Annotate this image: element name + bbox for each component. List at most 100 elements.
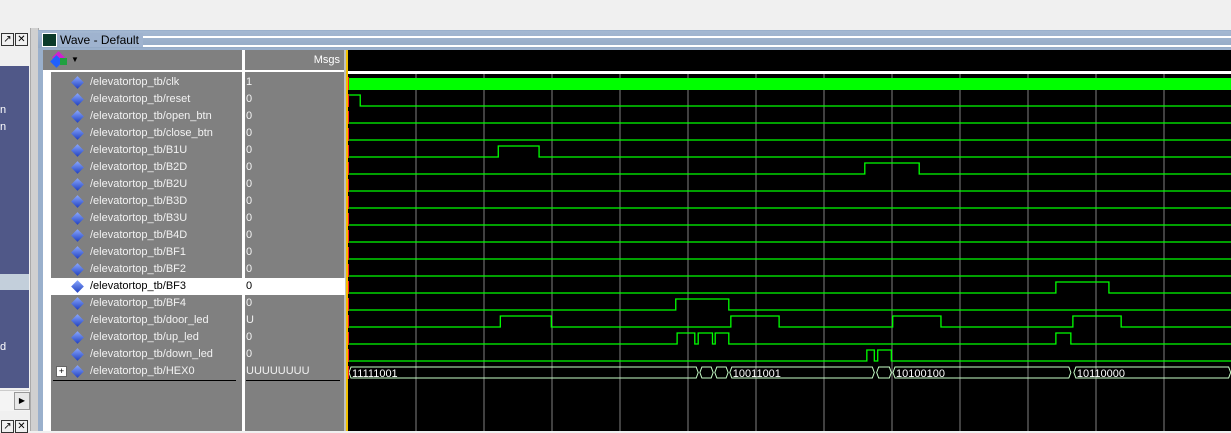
left-panel-selected-item[interactable] <box>0 274 29 290</box>
window-title: Wave - Default <box>60 33 143 47</box>
scroll-right-button[interactable]: ▶ <box>14 392 30 410</box>
signal-name: /elevatortop_tb/B3D <box>90 195 188 207</box>
signal-value: UUUUUUUU <box>246 365 310 377</box>
title-grip[interactable] <box>141 36 1231 47</box>
signal-row-reset[interactable]: /elevatortop_tb/reset <box>51 91 242 108</box>
signal-value: 0 <box>246 212 253 224</box>
signal-value: 0 <box>246 297 253 309</box>
signal-icon <box>71 127 84 140</box>
signal-row-clk[interactable]: /elevatortop_tb/clk <box>51 74 242 91</box>
signal-value: 0 <box>246 161 253 173</box>
left-panel-text: n <box>0 104 7 116</box>
names-header: ▼ <box>43 50 242 72</box>
signal-name: /elevatortop_tb/BF1 <box>90 246 187 258</box>
signal-name: /elevatortop_tb/BF4 <box>90 297 187 309</box>
left-panel-text: n <box>0 121 7 133</box>
msgs-header: Msgs <box>245 50 344 72</box>
signal-row-up_led[interactable]: /elevatortop_tb/up_led <box>51 329 242 346</box>
lower-panel-close-button[interactable]: ✕ <box>15 420 28 433</box>
signal-name: /elevatortop_tb/BF2 <box>90 263 187 275</box>
signal-value: 0 <box>246 195 253 207</box>
signal-icon <box>71 280 84 293</box>
signal-row-close_btn[interactable]: /elevatortop_tb/close_btn <box>51 125 242 142</box>
msgs-label: Msgs <box>313 54 340 66</box>
signal-name: /elevatortop_tb/B3U <box>90 212 188 224</box>
signal-value: 0 <box>246 348 253 360</box>
waveform-clk <box>349 78 1231 90</box>
signal-icon <box>71 297 84 310</box>
waveform-reset <box>348 94 1231 107</box>
signal-name: /elevatortop_tb/reset <box>90 93 191 105</box>
signal-name: /elevatortop_tb/B4D <box>90 229 188 241</box>
signal-row-bf2[interactable]: /elevatortop_tb/BF2 <box>51 261 242 278</box>
bus-value-label: 10110000 <box>1077 368 1125 380</box>
bus-value-label: 11111001 <box>352 368 398 380</box>
signal-icon <box>71 331 84 344</box>
names-gutter <box>43 72 51 431</box>
signal-value: 0 <box>246 110 253 122</box>
bus-value-label: 10100100 <box>896 368 945 380</box>
left-panel-float-button[interactable]: ↗ <box>1 33 14 46</box>
waveform-hex0-segment <box>699 366 714 379</box>
waveform-down_led <box>348 349 1231 362</box>
signal-row-hex0[interactable]: + /elevatortop_tb/HEX0 <box>51 363 242 380</box>
signal-name: /elevatortop_tb/B2U <box>90 178 188 190</box>
time-cursor[interactable] <box>346 50 348 431</box>
signal-row-b2d[interactable]: /elevatortop_tb/B2D <box>51 159 242 176</box>
signal-name: /elevatortop_tb/down_led <box>90 348 213 360</box>
signal-icon <box>71 93 84 106</box>
waveform-hex0-segment <box>714 366 729 379</box>
signal-value: 0 <box>246 144 253 156</box>
signal-row-down_led[interactable]: /elevatortop_tb/down_led <box>51 346 242 363</box>
signal-icon <box>71 263 84 276</box>
lower-panel-float-button[interactable]: ↗ <box>1 420 14 433</box>
left-panel-close-button[interactable]: ✕ <box>15 33 28 46</box>
signal-value: 0 <box>246 331 253 343</box>
signal-icon <box>71 195 84 208</box>
signal-name: /elevatortop_tb/door_led <box>90 314 209 326</box>
waveform-up_led <box>348 332 1231 345</box>
signal-icon <box>71 110 84 123</box>
signal-value: U <box>246 314 254 326</box>
signal-row-bf1[interactable]: /elevatortop_tb/BF1 <box>51 244 242 261</box>
signal-row-b3u[interactable]: /elevatortop_tb/B3U <box>51 210 242 227</box>
signal-icon <box>71 365 84 378</box>
signal-name: /elevatortop_tb/up_led <box>90 331 199 343</box>
signal-icon <box>71 314 84 327</box>
wave-header-divider <box>347 71 1231 74</box>
signal-name: /elevatortop_tb/B2D <box>90 161 188 173</box>
wave-title-bar[interactable]: Wave - Default <box>38 31 1231 48</box>
signal-add-icon[interactable] <box>50 51 67 68</box>
waveform-door_led <box>348 315 1231 328</box>
signal-row-b1u[interactable]: /elevatortop_tb/B1U <box>51 142 242 159</box>
signal-name: /elevatortop_tb/B1U <box>90 144 188 156</box>
signal-row-b3d[interactable]: /elevatortop_tb/B3D <box>51 193 242 210</box>
signal-value: 0 <box>245 278 345 295</box>
bus-value-label: 10011001 <box>733 368 781 380</box>
signal-icon <box>71 212 84 225</box>
dropdown-arrow-icon[interactable]: ▼ <box>71 55 79 64</box>
signal-row-bf4[interactable]: /elevatortop_tb/BF4 <box>51 295 242 312</box>
insert-marker <box>53 380 236 381</box>
signal-value: 0 <box>246 263 253 275</box>
signal-name: /elevatortop_tb/close_btn <box>90 127 213 139</box>
signal-row-bf3[interactable]: /elevatortop_tb/BF3 <box>51 278 242 295</box>
waveform-pane[interactable]: 11111001 10011001 10100100 10110000 <box>347 50 1231 431</box>
wave-window-icon <box>42 33 57 47</box>
signal-value: 1 <box>246 76 253 88</box>
expand-icon[interactable]: + <box>56 366 67 377</box>
signal-row-b4d[interactable]: /elevatortop_tb/B4D <box>51 227 242 244</box>
signal-icon <box>71 229 84 242</box>
signal-icon <box>71 76 84 89</box>
signal-name: /elevatortop_tb/open_btn <box>90 110 212 122</box>
signal-name: /elevatortop_tb/clk <box>90 76 180 88</box>
waveform-bf3 <box>348 281 1231 294</box>
signal-icon <box>71 161 84 174</box>
signal-row-open_btn[interactable]: /elevatortop_tb/open_btn <box>51 108 242 125</box>
signal-icon <box>71 178 84 191</box>
signal-value: 0 <box>246 246 253 258</box>
signal-icon <box>71 348 84 361</box>
signal-row-door_led[interactable]: /elevatortop_tb/door_led <box>51 312 242 329</box>
waveform-b2d <box>348 162 1231 175</box>
signal-row-b2u[interactable]: /elevatortop_tb/B2U <box>51 176 242 193</box>
